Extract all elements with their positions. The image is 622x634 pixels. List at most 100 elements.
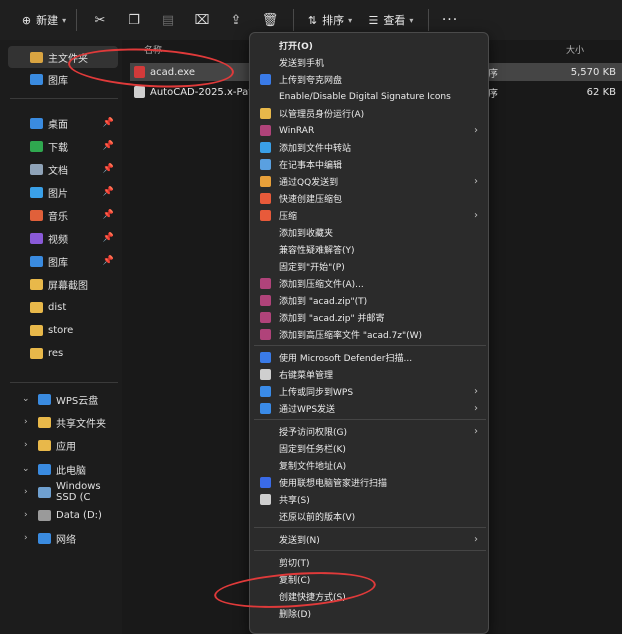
menu-item[interactable]: 剪切(T)	[254, 554, 486, 571]
library-icon	[30, 209, 43, 221]
nav-quick-label: dist	[48, 301, 67, 313]
blank-icon	[260, 91, 271, 102]
blank-icon	[260, 608, 271, 619]
menu-item[interactable]: 添加到收藏夹	[254, 224, 486, 241]
menu-item[interactable]: 添加到高压缩率文件 "acad.7z"(W)	[254, 326, 486, 343]
menu-item[interactable]: 压缩 ›	[254, 207, 486, 224]
menu-item[interactable]: 删除(D)	[254, 605, 486, 622]
uac-shield-icon	[260, 108, 271, 119]
library-icon	[30, 140, 43, 152]
menu-item[interactable]: 添加到 "acad.zip"(T)	[254, 292, 486, 309]
nav-gallery-label: 图库	[48, 75, 68, 87]
cut-button[interactable]: ✂	[83, 6, 117, 34]
nav-drive-d-label: Data (D:)	[56, 509, 102, 521]
menu-item[interactable]: 还原以前的版本(V)	[254, 508, 486, 525]
pin-icon[interactable]: 📌	[103, 233, 114, 243]
nav-quick-label: store	[48, 324, 74, 336]
nav-network[interactable]: › 网络	[8, 527, 118, 549]
menu-item-label: 快速创建压缩包	[279, 195, 343, 205]
blank-icon	[260, 443, 271, 454]
delete-button[interactable]: 🗑	[253, 6, 287, 34]
nav-quick-item[interactable]: 文档 📌	[8, 158, 118, 180]
menu-item[interactable]: 快速创建压缩包	[254, 190, 486, 207]
nav-quick-item[interactable]: 桌面 📌	[8, 112, 118, 134]
nav-quick-item[interactable]: 音乐 📌	[8, 204, 118, 226]
nav-quick-item[interactable]: 视频 📌	[8, 227, 118, 249]
menu-item[interactable]: 共享(S)	[254, 491, 486, 508]
menu-item[interactable]: 右键菜单管理	[254, 366, 486, 383]
pin-icon[interactable]: 📌	[103, 118, 114, 128]
menu-item-label: 添加到文件中转站	[279, 144, 352, 154]
nav-drive-d[interactable]: › Data (D:)	[8, 504, 118, 526]
menu-item[interactable]: 通过WPS发送 ›	[254, 400, 486, 417]
nav-quick-label: 文档	[48, 165, 68, 177]
blank-icon	[260, 244, 271, 255]
menu-item[interactable]: 兼容性疑难解答(Y)	[254, 241, 486, 258]
nav-quick-label: 图片	[48, 188, 68, 200]
menu-item[interactable]: WinRAR ›	[254, 122, 486, 139]
blank-icon	[260, 261, 271, 272]
chevron-right-icon: ›	[24, 533, 28, 543]
nav-drive-c[interactable]: › Windows SSD (C	[8, 481, 118, 503]
menu-item[interactable]: 添加到压缩文件(A)...	[254, 275, 486, 292]
pin-icon[interactable]: 📌	[103, 187, 114, 197]
nav-shared-folder[interactable]: › 共享文件夹	[8, 411, 118, 433]
new-button[interactable]: ⊕ 新建 ▾	[18, 6, 70, 34]
menu-item[interactable]: 使用 Microsoft Defender扫描...	[254, 349, 486, 366]
more-button[interactable]: ···	[435, 6, 465, 34]
menu-item[interactable]: 添加到 "acad.zip" 并邮寄	[254, 309, 486, 326]
nav-this-pc[interactable]: ⌄ 此电脑	[8, 458, 118, 480]
nav-quick-item[interactable]: 下载 📌	[8, 135, 118, 157]
menu-item[interactable]: 授予访问权限(G) ›	[254, 423, 486, 440]
paste-button[interactable]: ▤	[151, 6, 185, 34]
menu-item[interactable]: 在记事本中编辑	[254, 156, 486, 173]
library-icon	[30, 278, 43, 290]
menu-item[interactable]: 使用联想电脑管家进行扫描	[254, 474, 486, 491]
menu-item[interactable]: 上传到夸克网盘	[254, 71, 486, 88]
nav-quick-item[interactable]: store	[8, 319, 118, 341]
menu-item[interactable]: 上传或同步到WPS ›	[254, 383, 486, 400]
menu-item[interactable]: 固定到任务栏(K)	[254, 440, 486, 457]
nav-quick-label: 音乐	[48, 211, 68, 223]
nav-quick-item[interactable]: 图片 📌	[8, 181, 118, 203]
winrar-icon	[260, 295, 271, 306]
menu-item[interactable]: 发送到(N) ›	[254, 531, 486, 548]
menu-item[interactable]: 复制文件地址(A)	[254, 457, 486, 474]
menu-separator	[254, 527, 486, 528]
toolbar-divider	[428, 9, 429, 31]
file-type: 序	[488, 68, 498, 80]
chevron-right-icon: ›	[474, 426, 478, 437]
menu-item[interactable]: 添加到文件中转站	[254, 139, 486, 156]
pin-icon[interactable]: 📌	[103, 164, 114, 174]
column-header-size[interactable]: 大小	[566, 40, 584, 58]
home-icon	[30, 51, 43, 63]
wps-cloud-icon	[260, 386, 271, 397]
menu-item[interactable]: Enable/Disable Digital Signature Icons	[254, 88, 486, 105]
sort-button[interactable]: ⇅ 排序 ▾	[300, 6, 360, 34]
view-button[interactable]: ☰ 查看 ▾	[360, 6, 422, 34]
nav-divider	[10, 382, 118, 383]
menu-item-label: 添加到收藏夹	[279, 229, 334, 239]
nav-quick-item[interactable]: res	[8, 342, 118, 364]
pin-icon[interactable]: 📌	[103, 141, 114, 151]
view-label: 查看	[383, 14, 406, 27]
nav-quick-item[interactable]: 屏幕截图	[8, 273, 118, 295]
pin-icon[interactable]: 📌	[103, 256, 114, 266]
chevron-down-icon: ▾	[409, 15, 414, 25]
chevron-right-icon: ›	[24, 510, 28, 520]
pin-icon[interactable]: 📌	[103, 210, 114, 220]
nav-wps-cloud[interactable]: ⌄ WPS云盘	[8, 388, 118, 410]
menu-item[interactable]: 通过QQ发送到 ›	[254, 173, 486, 190]
nav-apps[interactable]: › 应用	[8, 434, 118, 456]
nav-quick-item[interactable]: dist	[8, 296, 118, 318]
menu-item[interactable]: 打开(O)	[254, 37, 486, 54]
winrar-icon	[260, 125, 271, 136]
view-list-icon: ☰	[368, 13, 379, 27]
copy-button[interactable]: ❐	[117, 6, 151, 34]
share-button[interactable]: ⇪	[219, 6, 253, 34]
nav-quick-item[interactable]: 图库 📌	[8, 250, 118, 272]
menu-item[interactable]: 以管理员身份运行(A)	[254, 105, 486, 122]
rename-button[interactable]: ⌧	[185, 6, 219, 34]
menu-item[interactable]: 固定到"开始"(P)	[254, 258, 486, 275]
menu-item[interactable]: 发送到手机	[254, 54, 486, 71]
